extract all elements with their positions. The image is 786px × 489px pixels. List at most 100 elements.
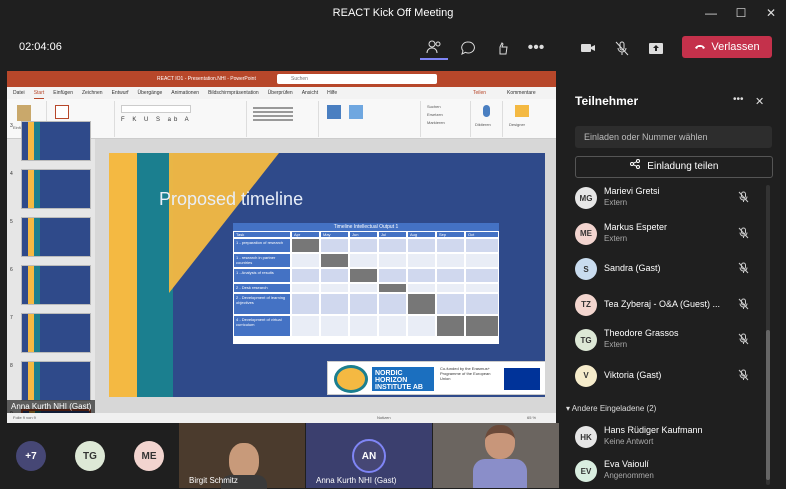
invite-input[interactable]: Einladen oder Nummer wählen — [575, 126, 772, 148]
table-header-cell: Aug — [407, 231, 436, 238]
ppt-share-button[interactable]: Teilen — [473, 90, 486, 96]
window-controls: — ☐ ✕ — [696, 0, 786, 26]
find-button[interactable]: Suchen — [427, 104, 441, 109]
table-cell — [320, 268, 349, 283]
select-button[interactable]: Markieren — [427, 120, 445, 125]
tile-name: Anna Kurth NHI (Gast) — [316, 476, 397, 485]
ppt-search[interactable]: Suchen — [277, 74, 437, 84]
ribbon-tab[interactable]: Überprüfen — [268, 87, 293, 99]
avatar: ME — [575, 222, 597, 245]
replace-button[interactable]: Ersetzen — [427, 112, 443, 117]
slide-thumbnail[interactable] — [21, 361, 91, 401]
close-button[interactable]: ✕ — [756, 0, 786, 26]
mic-muted-icon[interactable] — [738, 298, 749, 313]
mic-muted-icon[interactable] — [738, 262, 749, 277]
table-header-cell: Jun — [349, 231, 378, 238]
slide-thumbnail[interactable] — [21, 265, 91, 305]
participant-row[interactable]: ME Markus Espeter Extern — [575, 220, 775, 250]
mic-muted-icon[interactable] — [608, 36, 636, 60]
maximize-button[interactable]: ☐ — [726, 0, 756, 26]
shapes-icon[interactable] — [327, 105, 341, 119]
other-invitees-label: Andere Eingeladene (2) — [571, 404, 657, 413]
ribbon-tab[interactable]: Bildschirmpräsentation — [208, 87, 259, 99]
reactions-icon[interactable] — [488, 36, 516, 60]
leave-button[interactable]: Verlassen — [682, 36, 772, 58]
video-tile-user[interactable] — [433, 423, 559, 488]
participant-row[interactable]: V Viktoria (Gast) — [575, 362, 775, 392]
table-cell — [465, 238, 499, 253]
current-slide: Proposed timeline Timeline Intellectual … — [109, 153, 545, 397]
paste-icon[interactable] — [17, 105, 31, 121]
thumb-number: 7 — [10, 315, 13, 321]
share-icon — [629, 159, 643, 172]
ribbon-tab[interactable]: Animationen — [171, 87, 199, 99]
slide-title: Proposed timeline — [159, 189, 304, 209]
table-cell — [378, 283, 407, 293]
ppt-title-bar: REACT IO1 - Presentation.NHI - PowerPoin… — [7, 71, 556, 87]
table-cell — [349, 315, 378, 337]
table-task-cell: 4 - Development of virtual curriculum — [233, 315, 291, 337]
participant-row[interactable]: EV Eva Vaioulí Angenommen — [575, 457, 775, 487]
font-select[interactable] — [121, 105, 191, 113]
people-icon[interactable] — [420, 36, 448, 60]
avatar-tg[interactable]: TG — [75, 441, 105, 471]
minimize-button[interactable]: — — [696, 0, 726, 26]
dictate-icon[interactable] — [483, 105, 490, 117]
table-cell — [349, 238, 378, 253]
other-invitees-header[interactable]: ▾ Andere Eingeladene (2) — [566, 404, 656, 413]
ribbon-tab[interactable]: Einfügen — [53, 87, 73, 99]
ribbon-tab[interactable]: Übergänge — [138, 87, 163, 99]
table-cell — [436, 283, 465, 293]
designer-icon[interactable] — [515, 105, 529, 117]
slide-thumbnail[interactable] — [21, 313, 91, 353]
share-screen-icon[interactable] — [642, 36, 670, 60]
slide-thumbnail[interactable] — [21, 169, 91, 209]
notes-button[interactable]: Notizen — [377, 415, 391, 420]
timeline-table: Timeline Intellectual Output 1 Task Apr May… — [233, 223, 499, 344]
panel-scrollbar[interactable] — [766, 185, 770, 485]
ribbon-group-edit: Suchen Ersetzen Markieren — [423, 101, 471, 137]
ribbon-tab[interactable]: Datei — [13, 87, 25, 99]
mic-muted-icon[interactable] — [738, 191, 749, 206]
video-tile-birgit[interactable]: Birgit Schmitz — [179, 423, 305, 489]
avatar-me[interactable]: ME — [134, 441, 164, 471]
mic-muted-icon[interactable] — [738, 369, 749, 384]
table-cell — [320, 253, 349, 268]
window-title: REACT Kick Off Meeting — [0, 0, 786, 26]
table-header-cell: Apr — [291, 231, 320, 238]
new-slide-icon[interactable] — [55, 105, 69, 119]
participant-row[interactable]: TZ Tea Zyberaj - O&A (Guest) ... — [575, 291, 775, 321]
share-invite-button[interactable]: Einladung teilen — [575, 156, 773, 178]
participant-row[interactable]: HK Hans Rüdiger Kaufmann Keine Antwort — [575, 423, 775, 453]
ribbon-tab[interactable]: Start — [33, 87, 45, 99]
camera-icon[interactable] — [574, 36, 602, 60]
overflow-participants[interactable]: +7 — [16, 441, 46, 471]
participant-row[interactable]: S Sandra (Gast) — [575, 255, 775, 285]
more-options-icon[interactable]: ••• — [522, 36, 550, 60]
avatar-an: AN — [352, 439, 386, 473]
slide-thumbnail[interactable] — [21, 121, 91, 161]
participant-row[interactable]: TG Theodore Grassos Extern — [575, 326, 775, 356]
chat-icon[interactable] — [454, 36, 482, 60]
video-tile-anna[interactable]: AN Anna Kurth NHI (Gast) — [306, 423, 432, 488]
participant-status: Angenommen — [604, 471, 654, 480]
avatar: V — [575, 364, 597, 387]
eu-flag-icon — [504, 368, 540, 390]
slide-thumbnail[interactable] — [21, 217, 91, 257]
mic-muted-icon[interactable] — [738, 227, 749, 242]
zoom-level[interactable]: 65 % — [527, 415, 536, 420]
panel-close-icon[interactable]: ✕ — [755, 95, 764, 108]
ribbon-tab[interactable]: Entwurf — [112, 87, 129, 99]
font-format-buttons[interactable]: F K U S ab A — [121, 117, 192, 123]
mic-muted-icon[interactable] — [738, 333, 749, 348]
align-icon[interactable] — [253, 107, 293, 109]
ribbon-tab[interactable]: Ansicht — [302, 87, 318, 99]
ppt-comments-button[interactable]: Kommentare — [507, 90, 536, 96]
arrange-icon[interactable] — [349, 105, 363, 119]
ribbon-tab[interactable]: Zeichnen — [82, 87, 103, 99]
ribbon-tab[interactable]: Hilfe — [327, 87, 337, 99]
panel-more-icon[interactable]: ••• — [733, 94, 744, 105]
participant-row[interactable]: MG Marievi Gretsi Extern — [575, 184, 775, 214]
participant-status: Keine Antwort — [604, 437, 654, 446]
ribbon-group-paragraph — [249, 101, 319, 137]
